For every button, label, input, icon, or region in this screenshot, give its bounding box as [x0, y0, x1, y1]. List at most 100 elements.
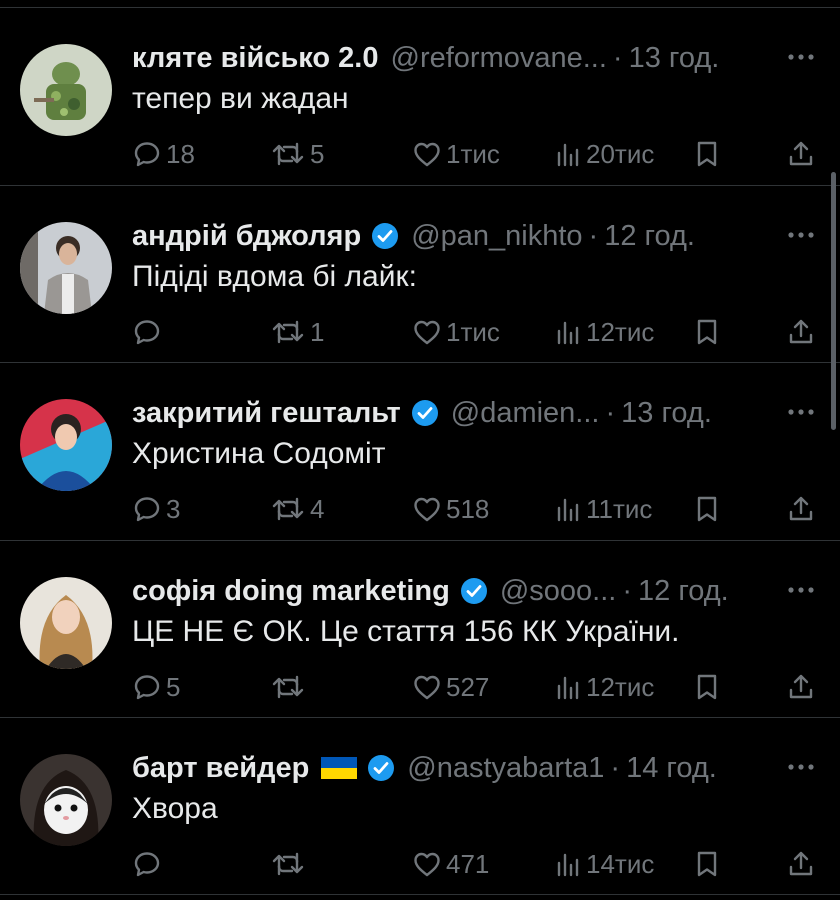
action-bar: 5 527 12тис: [132, 671, 822, 703]
views-button[interactable]: 14тис: [552, 848, 654, 880]
bookmark-icon: [697, 141, 717, 167]
reply-icon: [134, 852, 160, 877]
reply-icon: [134, 320, 160, 345]
avatar[interactable]: [20, 399, 112, 491]
share-icon: [789, 141, 813, 166]
divider: [0, 894, 840, 895]
share-button[interactable]: [786, 316, 816, 348]
like-button[interactable]: 518: [412, 493, 489, 525]
separator-dot: ·: [605, 396, 616, 429]
bookmark-icon: [697, 496, 717, 522]
more-icon[interactable]: [784, 752, 818, 782]
avatar[interactable]: [20, 754, 112, 846]
avatar[interactable]: [20, 44, 112, 136]
views-button[interactable]: 11тис: [552, 493, 652, 525]
separator-dot: ·: [622, 574, 632, 607]
verified-badge-icon: [368, 755, 395, 781]
reply-button[interactable]: [132, 848, 166, 880]
author-handle[interactable]: @nastyabarta1: [407, 752, 604, 785]
repost-icon: [272, 852, 304, 876]
views-icon: [557, 498, 579, 522]
more-icon[interactable]: [784, 397, 818, 427]
views-button[interactable]: 12тис: [552, 316, 654, 348]
reply-icon: [134, 142, 160, 167]
like-count: 471: [446, 848, 490, 879]
reply-button[interactable]: 18: [132, 138, 195, 170]
bookmark-button[interactable]: [692, 671, 722, 703]
bookmark-button[interactable]: [692, 493, 722, 525]
tweet-text: тепер ви жадан: [132, 82, 349, 115]
like-count: 1тис: [446, 138, 500, 169]
share-icon: [789, 674, 813, 699]
bookmark-icon: [697, 851, 717, 877]
tweet[interactable]: кляте військо 2.0 @reformovane... · 13 г…: [0, 8, 840, 186]
timestamp[interactable]: 12 год.: [604, 220, 695, 253]
scrollbar[interactable]: [831, 172, 836, 430]
author-handle[interactable]: @damien...: [451, 397, 600, 430]
author-name[interactable]: кляте військо 2.0: [132, 42, 379, 75]
repost-icon: [272, 320, 304, 344]
bookmark-button[interactable]: [692, 138, 722, 170]
timestamp[interactable]: 13 год.: [629, 42, 720, 75]
bookmark-icon: [697, 319, 717, 345]
repost-button[interactable]: 5: [270, 138, 324, 170]
like-button[interactable]: 471: [412, 848, 489, 880]
share-button[interactable]: [786, 671, 816, 703]
tweet[interactable]: андрій бджоляр @pan_nikhto · 12 год. Під…: [0, 186, 840, 364]
repost-button[interactable]: [270, 671, 310, 703]
reply-button[interactable]: 5: [132, 671, 180, 703]
more-icon[interactable]: [784, 575, 818, 605]
reply-button[interactable]: 3: [132, 493, 180, 525]
repost-button[interactable]: 4: [270, 493, 324, 525]
avatar[interactable]: [20, 222, 112, 314]
author-handle[interactable]: @reformovane...: [391, 42, 607, 75]
tweet-header: барт вейдер @nastyabarta1 · 14 год.: [132, 748, 760, 788]
views-button[interactable]: 20тис: [552, 138, 654, 170]
more-icon[interactable]: [784, 42, 818, 72]
action-bar: 471 14тис: [132, 848, 822, 880]
tweet[interactable]: барт вейдер @nastyabarta1 · 14 год. Хвор…: [0, 718, 840, 896]
bookmark-button[interactable]: [692, 316, 722, 348]
like-button[interactable]: 1тис: [412, 316, 500, 348]
bookmark-button[interactable]: [692, 848, 722, 880]
share-button[interactable]: [786, 138, 816, 170]
verified-badge-icon: [372, 223, 399, 249]
tweet-text: Підіді вдома бі лайк:: [132, 260, 417, 293]
views-icon: [557, 321, 579, 345]
repost-button[interactable]: 1: [270, 316, 324, 348]
tweet-feed: кляте військо 2.0 @reformovane... · 13 г…: [0, 0, 840, 900]
action-bar: 3 4 518 11тис: [132, 493, 822, 525]
tweet[interactable]: закритий гештальт @damien... · 13 год. Х…: [0, 363, 840, 541]
author-handle[interactable]: @sooo...: [500, 575, 617, 608]
reply-icon: [134, 675, 160, 700]
share-button[interactable]: [786, 493, 816, 525]
share-button[interactable]: [786, 848, 816, 880]
repost-icon: [272, 675, 304, 699]
reply-button[interactable]: [132, 316, 166, 348]
like-button[interactable]: 527: [412, 671, 489, 703]
timestamp[interactable]: 14 год.: [626, 752, 717, 785]
separator-dot: ·: [610, 751, 621, 784]
author-name[interactable]: андрій бджоляр: [132, 220, 361, 253]
verified-badge-icon: [411, 400, 438, 426]
author-name[interactable]: софія doing marketing: [132, 575, 450, 608]
timestamp[interactable]: 12 год.: [638, 575, 729, 608]
tweet-text: Хвора: [132, 792, 218, 825]
like-button[interactable]: 1тис: [412, 138, 500, 170]
separator-dot: ·: [612, 41, 623, 74]
repost-button[interactable]: [270, 848, 310, 880]
tweet-header: андрій бджоляр @pan_nikhto · 12 год.: [132, 216, 760, 256]
avatar[interactable]: [20, 577, 112, 669]
more-icon[interactable]: [784, 220, 818, 250]
views-count: 12тис: [586, 316, 655, 347]
author-handle[interactable]: @pan_nikhto: [411, 220, 582, 253]
author-name[interactable]: закритий гештальт: [132, 397, 401, 430]
views-icon: [557, 676, 579, 700]
share-icon: [789, 319, 813, 344]
repost-icon: [272, 497, 304, 521]
views-button[interactable]: 12тис: [552, 671, 654, 703]
like-count: 518: [446, 493, 490, 524]
timestamp[interactable]: 13 год.: [621, 397, 712, 430]
author-name[interactable]: барт вейдер: [132, 752, 309, 785]
tweet[interactable]: софія doing marketing @sooo... · 12 год.…: [0, 541, 840, 719]
